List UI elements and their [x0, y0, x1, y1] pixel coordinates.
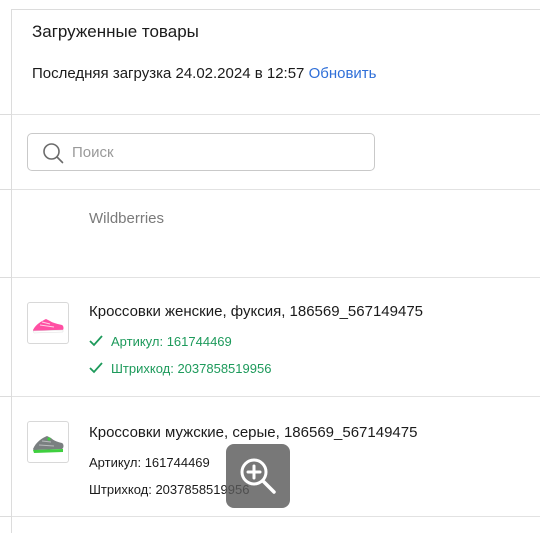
zoom-in-button[interactable]	[226, 444, 290, 508]
search-input[interactable]	[72, 134, 362, 170]
search-box[interactable]	[27, 133, 375, 171]
product-thumbnail[interactable]	[27, 421, 69, 463]
product-name[interactable]: Кроссовки женские, фуксия, 186569_567149…	[89, 303, 423, 320]
divider	[0, 277, 11, 278]
divider	[0, 114, 11, 115]
sneaker-image	[32, 319, 64, 334]
check-icon	[89, 362, 103, 374]
marketplace-label: Wildberries	[89, 210, 165, 227]
product-name[interactable]: Кроссовки мужские, серые, 186569_5671494…	[89, 424, 417, 441]
sneaker-image	[33, 436, 64, 453]
article-text: Артикул: 161744469	[111, 334, 232, 349]
divider	[12, 277, 540, 278]
divider	[12, 516, 540, 517]
product-article: Артикул: 161744469	[89, 455, 210, 470]
last-upload-info: Последняя загрузка 24.02.2024 в 12:57 Об…	[32, 65, 377, 82]
search-icon	[43, 143, 64, 164]
check-icon	[89, 335, 103, 347]
divider	[12, 114, 540, 115]
divider	[0, 516, 11, 517]
barcode-text: Штрихкод: 2037858519956	[111, 361, 272, 376]
page-title: Загруженные товары	[32, 22, 199, 41]
last-upload-label: Последняя загрузка 24.02.2024 в 12:57	[32, 65, 305, 82]
divider	[0, 189, 11, 190]
divider	[12, 189, 540, 190]
product-thumbnail[interactable]	[27, 302, 69, 344]
divider	[0, 396, 11, 397]
refresh-link[interactable]: Обновить	[309, 65, 377, 82]
zoom-in-icon	[240, 458, 276, 494]
divider	[12, 396, 540, 397]
